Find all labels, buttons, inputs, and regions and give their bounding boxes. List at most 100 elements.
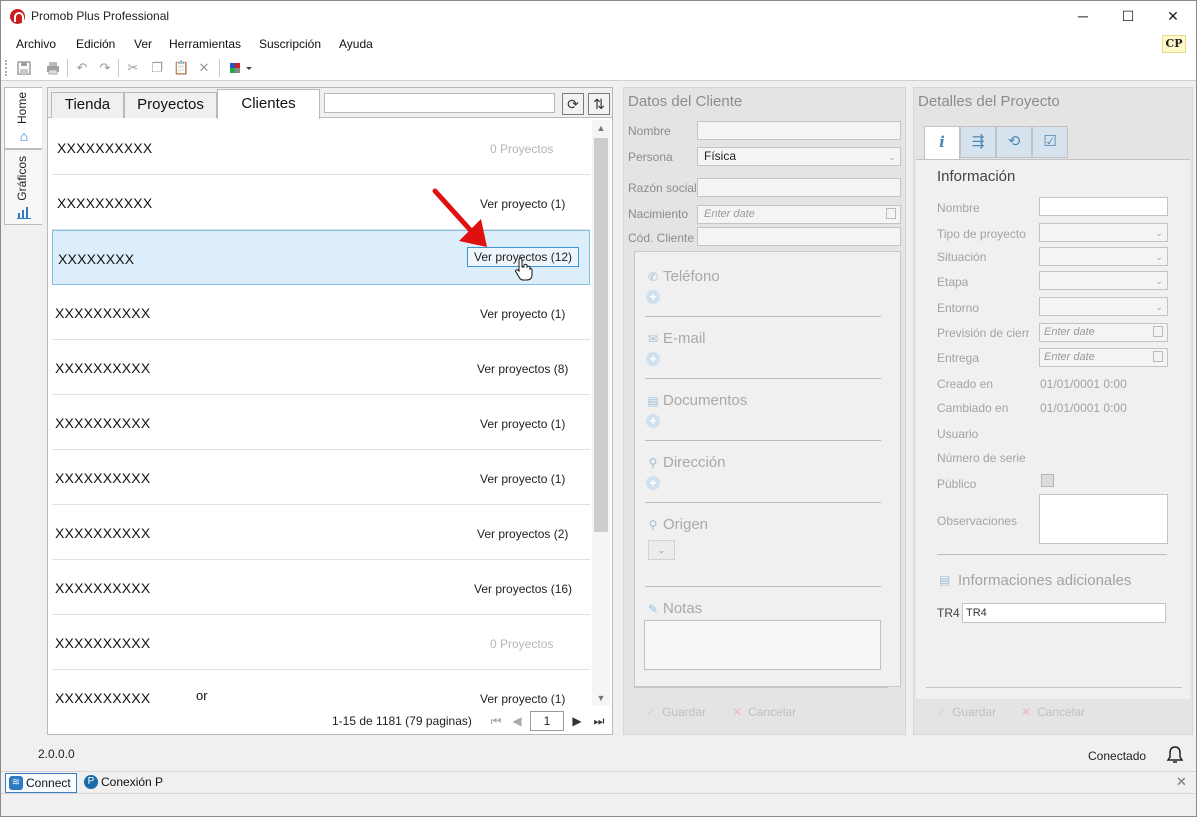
tab-tienda[interactable]: Tienda — [51, 92, 124, 118]
side-tab-home[interactable]: Home ⌂ — [4, 87, 42, 149]
calendar-icon[interactable] — [1153, 326, 1163, 337]
first-page-icon[interactable]: ⏮ — [489, 713, 503, 729]
project-details-panel: Detalles del Proyecto i ⇶ ⟲ ☑ Informació… — [913, 87, 1193, 735]
scroll-thumb[interactable] — [594, 138, 608, 532]
scroll-up-icon[interactable]: ▲ — [592, 120, 610, 136]
menu-edicion[interactable]: Edición — [76, 37, 115, 51]
table-row[interactable]: XXXXXXXXXX Ver proyecto (1) — [52, 450, 590, 505]
observaciones-textarea[interactable] — [1039, 494, 1168, 544]
table-row[interactable]: XXXXXXXXXX Ver proyectos (8) — [52, 340, 590, 395]
cut-icon[interactable]: ✂ — [125, 60, 141, 76]
save-button[interactable]: ✓ Guardar — [646, 705, 706, 719]
persona-select[interactable]: Física ⌄ — [697, 147, 901, 166]
table-row[interactable]: XXXXXXXXXX Ver proyectos (2) — [52, 505, 590, 560]
list-scrollbar[interactable]: ▲ ▼ — [592, 120, 610, 706]
menu-herramientas[interactable]: Herramientas — [169, 37, 241, 51]
bell-icon[interactable] — [1165, 745, 1185, 765]
maximize-button[interactable]: ☐ — [1105, 1, 1151, 31]
project-nombre-field[interactable] — [1039, 197, 1168, 216]
origen-select[interactable]: ⌄ — [648, 540, 675, 560]
situacion-select[interactable]: ⌄ — [1039, 247, 1168, 266]
add-address-icon[interactable]: + — [646, 476, 660, 490]
projects-link[interactable]: Ver proyectos (8) — [477, 362, 568, 376]
location-icon: ⚲ — [648, 456, 658, 470]
tab-conexion-p[interactable]: P Conexión P — [81, 773, 181, 793]
publico-label: Público — [937, 477, 977, 491]
minimize-button[interactable]: ─ — [1060, 1, 1106, 31]
tab-connect[interactable]: ≋ Connect — [5, 773, 77, 793]
projects-link[interactable]: Ver proyectos (16) — [474, 582, 572, 596]
nacimiento-date-field[interactable]: Enter date — [697, 205, 901, 224]
menu-ver[interactable]: Ver — [134, 37, 152, 51]
projects-link[interactable]: Ver proyectos (2) — [477, 527, 568, 541]
etapa-select[interactable]: ⌄ — [1039, 271, 1168, 290]
publico-checkbox[interactable] — [1041, 474, 1054, 487]
menu-archivo[interactable]: Archivo — [16, 37, 56, 51]
delete-icon[interactable]: ✕ — [196, 60, 212, 76]
menu-ayuda[interactable]: Ayuda — [339, 37, 373, 51]
table-row[interactable]: XXXXXXXXXX 0 Proyectos — [52, 615, 590, 670]
scroll-down-icon[interactable]: ▼ — [592, 690, 610, 706]
table-row[interactable]: XXXXXXXXXX Ver proyectos (16) — [52, 560, 590, 615]
projects-link[interactable]: Ver proyecto (1) — [480, 692, 565, 706]
add-email-icon[interactable]: + — [646, 352, 660, 366]
flow-icon[interactable]: ⇶ — [960, 126, 996, 158]
chevron-down-icon: ⌄ — [1155, 276, 1163, 286]
calendar-icon[interactable] — [1153, 351, 1163, 362]
redo-icon[interactable]: ↷ — [97, 60, 113, 76]
color-palette-icon[interactable] — [229, 60, 255, 76]
sort-icon[interactable]: ⇅ — [588, 93, 610, 115]
search-input[interactable] — [324, 93, 555, 113]
tab-clientes[interactable]: Clientes — [217, 89, 320, 119]
tr4-field[interactable]: TR4 — [962, 603, 1166, 623]
table-row-selected[interactable]: XXXXXXXX Ver proyectos (12) — [52, 230, 590, 285]
close-button[interactable]: ✕ — [1150, 1, 1196, 31]
project-cancel-button[interactable]: ✕ Cancelar — [1021, 705, 1085, 719]
tab-proyectos[interactable]: Proyectos — [124, 92, 217, 118]
cancel-button[interactable]: ✕ Cancelar — [732, 705, 796, 719]
last-page-icon[interactable]: ⏭ — [592, 713, 606, 729]
codigo-cliente-field[interactable] — [697, 227, 901, 246]
projects-link[interactable]: Ver proyecto (1) — [480, 417, 565, 431]
notes-textarea[interactable] — [644, 620, 881, 670]
next-page-icon[interactable]: ▶ — [570, 713, 584, 729]
entrega-date-field[interactable]: Enter date — [1039, 348, 1168, 367]
table-row[interactable]: XXXXXXXXXX Ver proyecto (1) — [52, 175, 590, 230]
title-bar: Promob Plus Professional ─ ☐ ✕ — [1, 1, 1196, 31]
history-icon[interactable]: ⟲ — [996, 126, 1032, 158]
table-row[interactable]: XXXXXXXXXX or Ver proyecto (1) — [52, 670, 590, 706]
calendar-icon[interactable] — [886, 208, 896, 219]
add-phone-icon[interactable]: + — [646, 290, 660, 304]
observaciones-label: Observaciones — [937, 514, 1018, 528]
entorno-select[interactable]: ⌄ — [1039, 297, 1168, 316]
home-icon: ⌂ — [19, 128, 29, 144]
copy-icon[interactable]: ❐ — [149, 60, 165, 76]
table-row[interactable]: XXXXXXXXXX Ver proyecto (1) — [52, 285, 590, 340]
tipo-select[interactable]: ⌄ — [1039, 223, 1168, 242]
refresh-icon[interactable]: ⟳ — [562, 93, 584, 115]
razon-social-field[interactable] — [697, 178, 901, 197]
prevision-date-field[interactable]: Enter date — [1039, 323, 1168, 342]
save-icon[interactable] — [16, 60, 32, 76]
prev-page-icon[interactable]: ◀ — [510, 713, 524, 729]
nombre-label: Nombre — [937, 201, 980, 215]
table-row[interactable]: XXXXXXXXXX Ver proyecto (1) — [52, 395, 590, 450]
print-icon[interactable] — [45, 60, 61, 76]
projects-link: 0 Proyectos — [490, 637, 554, 651]
menu-suscripcion[interactable]: Suscripción — [259, 37, 321, 51]
projects-link[interactable]: Ver proyecto (1) — [480, 472, 565, 486]
projects-link[interactable]: Ver proyecto (1) — [480, 307, 565, 321]
paste-icon[interactable]: 📋 — [173, 60, 189, 76]
info-icon[interactable]: i — [924, 126, 960, 160]
nombre-field[interactable] — [697, 121, 901, 140]
project-save-button[interactable]: ✓ Guardar — [936, 705, 996, 719]
checklist-icon[interactable]: ☑ — [1032, 126, 1068, 158]
close-icon[interactable]: ✕ — [1176, 774, 1187, 790]
table-row[interactable]: XXXXXXXXXX 0 Proyectos — [52, 120, 590, 175]
page-number-input[interactable]: 1 — [530, 711, 564, 731]
add-document-icon[interactable]: + — [646, 414, 660, 428]
entrega-placeholder: Enter date — [1044, 351, 1095, 363]
user-badge[interactable]: CP — [1162, 35, 1186, 53]
side-tab-graficos[interactable]: Gráficos — [4, 149, 42, 225]
undo-icon[interactable]: ↶ — [74, 60, 90, 76]
